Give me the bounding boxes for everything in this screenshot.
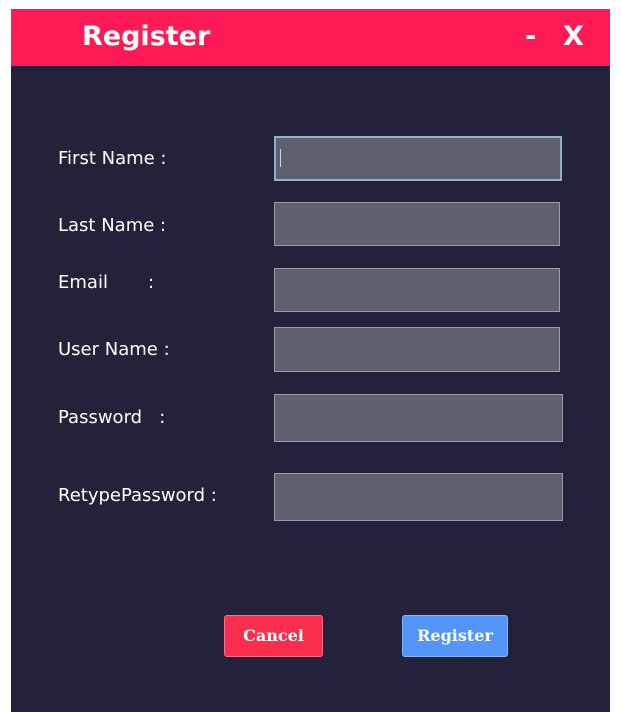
user-name-label: User Name : — [58, 339, 170, 360]
last-name-field[interactable] — [274, 202, 560, 246]
retype-password-field[interactable] — [274, 473, 563, 521]
password-field[interactable] — [274, 394, 563, 442]
window-title: Register — [82, 21, 211, 52]
close-button[interactable]: X — [563, 21, 584, 53]
first-name-field[interactable] — [274, 136, 562, 181]
title-bar[interactable]: Register - X — [11, 9, 610, 66]
retype-password-label: RetypePassword : — [58, 485, 217, 506]
cancel-button[interactable]: Cancel — [224, 615, 323, 657]
register-window: Register - X First Name : Last Name : Em… — [11, 9, 610, 712]
register-button[interactable]: Register — [402, 615, 508, 657]
user-name-field[interactable] — [274, 327, 560, 372]
minimize-button[interactable]: - — [525, 21, 536, 53]
text-caret — [280, 149, 281, 167]
email-field[interactable] — [274, 268, 560, 312]
password-label: Password : — [58, 407, 166, 428]
email-label: Email : — [58, 272, 155, 293]
first-name-label: First Name : — [58, 148, 167, 169]
last-name-label: Last Name : — [58, 215, 167, 236]
